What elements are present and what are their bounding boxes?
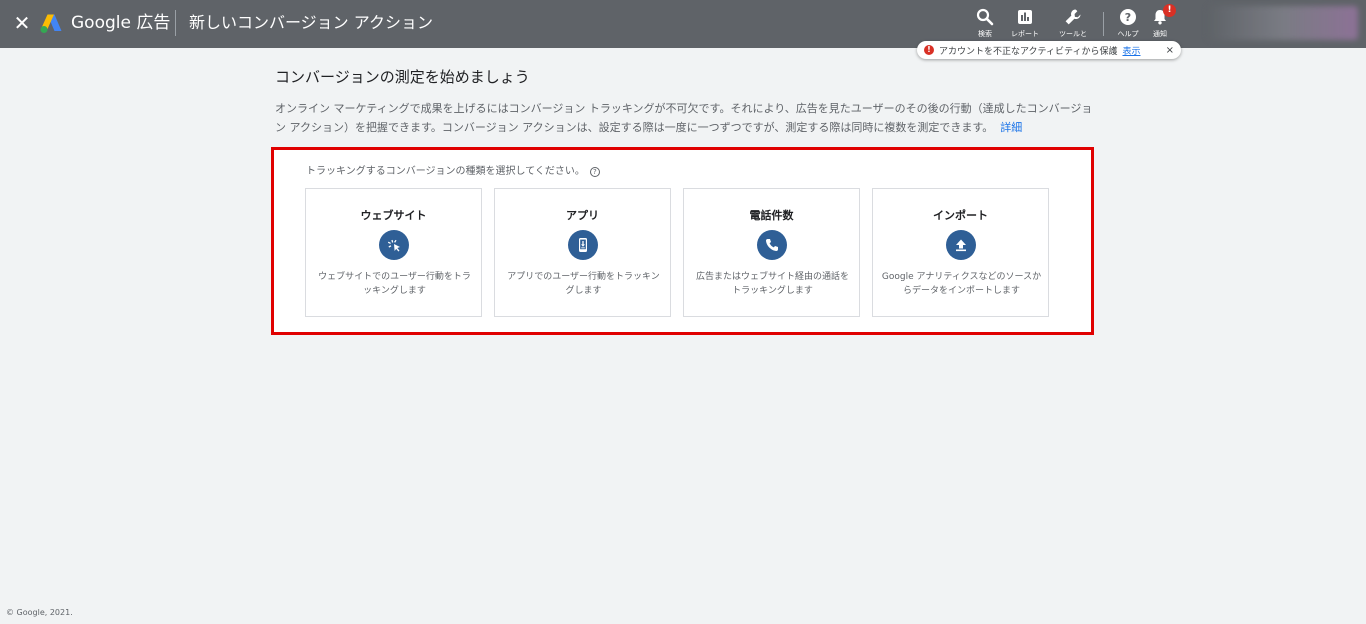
wrench-icon <box>1065 9 1081 25</box>
search-label: 検索 <box>978 30 992 38</box>
intro-description: オンライン マーケティングで成果を上げるにはコンバージョン トラッキングが不可欠… <box>275 99 1100 137</box>
copyright: © Google, 2021. <box>6 608 73 617</box>
card-title: 電話件数 <box>749 209 794 222</box>
card-import[interactable]: インポート Google アナリティクスなどのソースからデータをインポートします <box>872 188 1049 317</box>
card-description: アプリでのユーザー行動をトラッキングします <box>507 272 660 296</box>
card-description: 広告またはウェブサイト経由の通話をトラッキングします <box>695 272 849 296</box>
tools-button[interactable]: ツールと <box>1051 8 1095 42</box>
card-title: インポート <box>933 209 988 222</box>
close-icon[interactable]: × <box>1166 45 1174 56</box>
google-ads-logo <box>40 14 62 33</box>
reports-button[interactable]: レポート <box>1003 8 1047 42</box>
learn-more-link[interactable]: 詳細 <box>1000 121 1022 134</box>
card-title: アプリ <box>566 209 599 222</box>
description-text: オンライン マーケティングで成果を上げるにはコンバージョン トラッキングが不可欠… <box>275 102 1093 134</box>
reports-label: レポート <box>1011 30 1039 38</box>
notifications-label: 通知 <box>1153 30 1167 38</box>
mobile-download-icon <box>568 230 598 260</box>
search-icon <box>976 8 994 26</box>
notification-badge: ! <box>1163 4 1176 17</box>
help-circle-icon[interactable]: ? <box>589 167 600 177</box>
search-button[interactable]: 検索 <box>963 8 1007 42</box>
svg-text:?: ? <box>1125 11 1131 24</box>
alert-icon: ! <box>924 45 934 55</box>
alert-show-link[interactable]: 表示 <box>1122 44 1140 57</box>
phone-icon <box>757 230 787 260</box>
card-title: ウェブサイト <box>360 209 427 222</box>
account-avatar[interactable] <box>1208 6 1358 40</box>
header-divider <box>175 10 176 36</box>
card-description: Google アナリティクスなどのソースからデータをインポートします <box>881 272 1042 296</box>
card-website[interactable]: ウェブサイト ウェブサイトでのユーザー行動をトラッキングします <box>305 188 482 317</box>
cursor-click-icon <box>379 230 409 260</box>
tools-label: ツールと <box>1059 30 1087 38</box>
help-label: ヘルプ <box>1117 30 1139 38</box>
conversion-type-prompt: トラッキングするコンバージョンの種類を選択してください。 ? <box>306 165 600 179</box>
help-icon: ? <box>1120 9 1136 25</box>
close-icon[interactable]: ✕ <box>11 12 33 34</box>
notifications-button[interactable]: ! 通知 <box>1138 4 1182 42</box>
brand-name: Google 広告 <box>71 13 171 33</box>
toolbar-divider <box>1103 12 1104 36</box>
prompt-text: トラッキングするコンバージョンの種類を選択してください。 <box>306 166 585 177</box>
upload-icon <box>946 230 976 260</box>
card-app[interactable]: アプリ アプリでのユーザー行動をトラッキングします <box>494 188 671 317</box>
page-title: 新しいコンバージョン アクション <box>189 13 433 32</box>
reports-icon <box>1018 10 1032 24</box>
page-heading: コンバージョンの測定を始めましょう <box>275 68 530 86</box>
card-phone-calls[interactable]: 電話件数 広告またはウェブサイト経由の通話をトラッキングします <box>683 188 860 317</box>
security-alert: ! アカウントを不正なアクティビティから保護 表示 × <box>917 41 1181 59</box>
alert-text: アカウントを不正なアクティビティから保護 <box>939 46 1118 57</box>
card-description: ウェブサイトでのユーザー行動をトラッキングします <box>318 272 471 296</box>
